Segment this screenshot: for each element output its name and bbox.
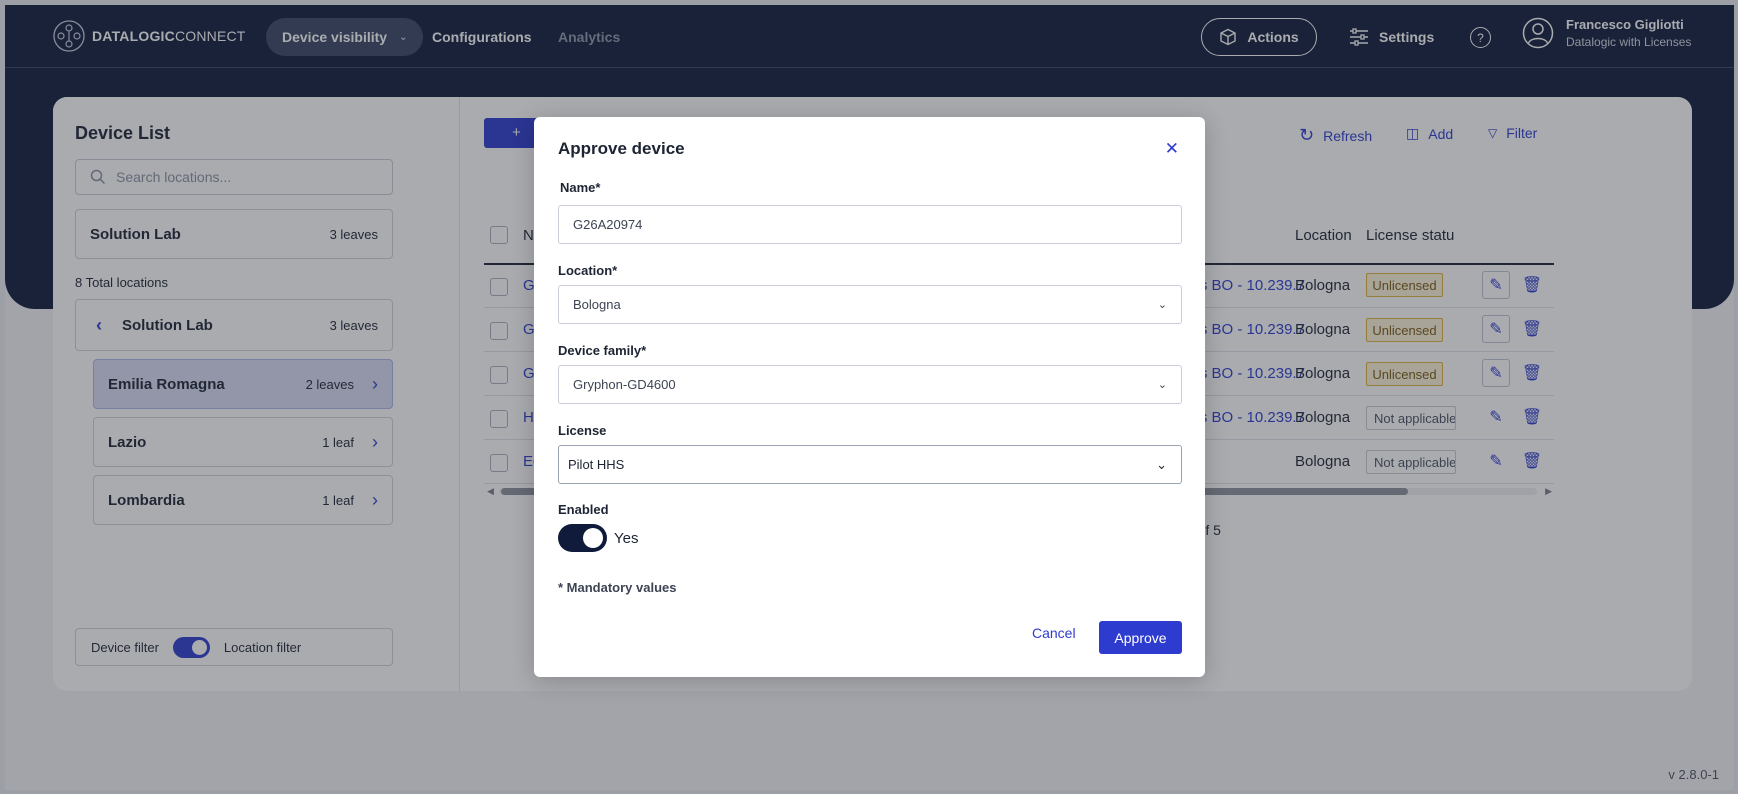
location-value: Bologna <box>573 297 621 312</box>
enabled-label: Enabled <box>558 502 609 517</box>
approve-device-dialog: Approve device ✕ Name* G26A20974 Locatio… <box>534 117 1205 677</box>
license-label: License <box>558 423 607 438</box>
enabled-value: Yes <box>614 530 639 547</box>
name-field[interactable]: G26A20974 <box>558 205 1182 244</box>
close-icon[interactable]: ✕ <box>1165 139 1179 159</box>
device-family-label: Device family* <box>558 343 647 358</box>
license-select[interactable]: Pilot HHS ⌄ <box>558 445 1182 484</box>
location-select[interactable]: Bologna ⌄ <box>558 285 1182 324</box>
dialog-title: Approve device <box>558 139 685 158</box>
enabled-toggle[interactable] <box>558 524 607 552</box>
location-label: Location* <box>558 263 618 278</box>
chevron-down-icon: ⌄ <box>1157 299 1167 311</box>
name-label: Name* <box>560 180 601 195</box>
license-value: Pilot HHS <box>568 457 625 472</box>
chevron-down-icon: ⌄ <box>1156 456 1167 472</box>
device-family-value: Gryphon-GD4600 <box>573 377 676 392</box>
approve-button[interactable]: Approve <box>1099 621 1182 654</box>
name-value: G26A20974 <box>573 217 643 232</box>
cancel-button[interactable]: Cancel <box>1032 625 1076 641</box>
chevron-down-icon: ⌄ <box>1157 379 1167 391</box>
mandatory-note: * Mandatory values <box>558 580 677 595</box>
device-family-select[interactable]: Gryphon-GD4600 ⌄ <box>558 365 1182 404</box>
